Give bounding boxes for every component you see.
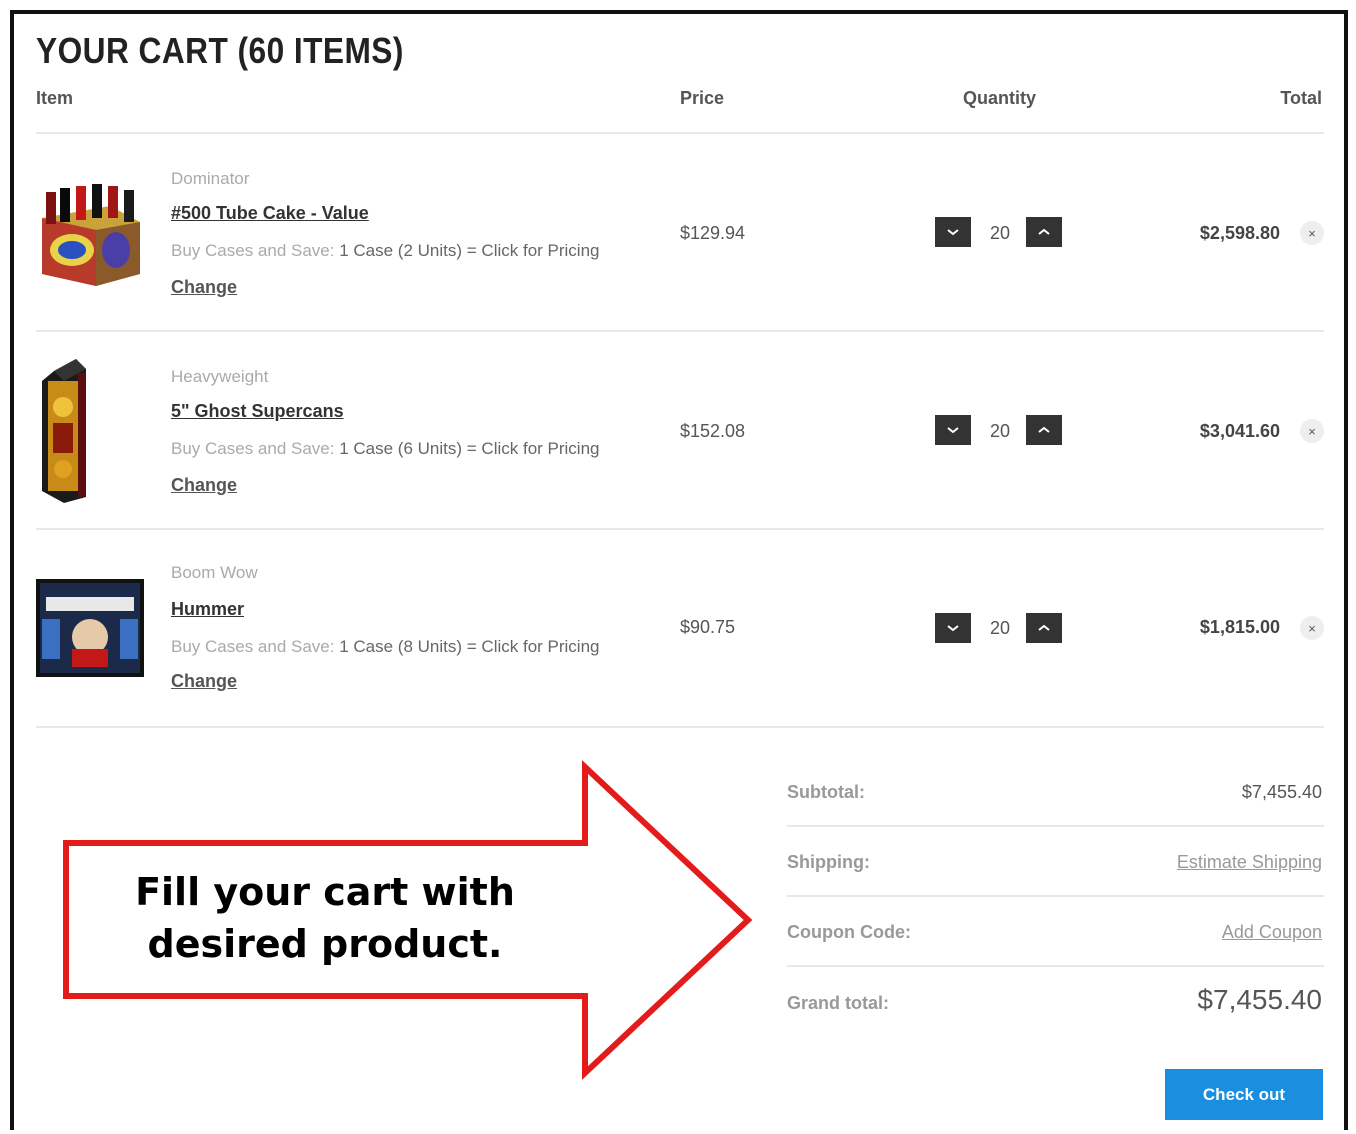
callout-text: Fill your cart with desired product. (120, 866, 530, 970)
callout-line-2: desired product. (147, 922, 503, 966)
callout-line-1: Fill your cart with (135, 870, 515, 914)
